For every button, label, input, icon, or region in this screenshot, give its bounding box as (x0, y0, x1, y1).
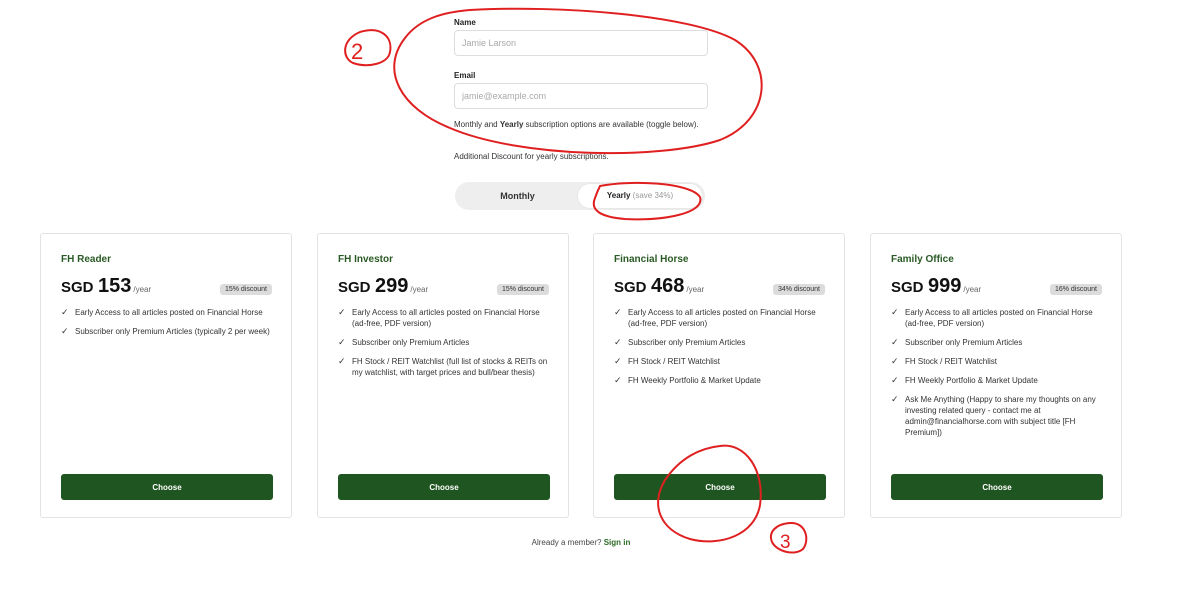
price-currency: SGD (614, 279, 647, 296)
feature-text: Subscriber only Premium Articles (905, 338, 1023, 347)
price-period: /year (686, 285, 705, 294)
feature-text: Early Access to all articles posted on F… (75, 308, 263, 317)
billing-period-toggle: Monthly Yearly (save 34%) (455, 182, 705, 210)
feature-list: ✓ Early Access to all articles posted on … (61, 307, 273, 345)
monthly-toggle-option[interactable]: Monthly (455, 182, 580, 210)
discount-badge: 16% discount (1049, 284, 1102, 295)
price-period: /year (133, 285, 152, 294)
email-input[interactable] (454, 83, 708, 109)
feature-item: ✓ Subscriber only Premium Articles (614, 337, 826, 348)
price-period: /year (410, 285, 429, 294)
feature-item: ✓ Subscriber only Premium Articles (338, 337, 550, 348)
subscription-options-note: Monthly and Yearly subscription options … (454, 120, 708, 130)
check-icon: ✓ (614, 307, 622, 317)
sign-in-link[interactable]: Sign in (604, 538, 631, 547)
feature-text: Subscriber only Premium Articles (352, 338, 470, 347)
plan-card: FH Reader SGD 153/year 15% discount ✓ Early … (40, 233, 292, 518)
feature-item: ✓ Early Access to all articles posted on … (614, 307, 826, 329)
price-amount: 153 (97, 275, 132, 297)
price-amount: 299 (374, 275, 409, 297)
feature-text: FH Stock / REIT Watchlist (628, 357, 721, 366)
choose-plan-button[interactable]: Choose (61, 474, 273, 500)
choose-plan-button[interactable]: Choose (891, 474, 1103, 500)
check-icon: ✓ (891, 375, 899, 385)
feature-item: ✓ Early Access to all articles posted on … (61, 307, 273, 318)
feature-item: ✓ FH Weekly Portfolio & Market Update (614, 375, 826, 386)
feature-list: ✓ Early Access to all articles posted on … (891, 307, 1103, 446)
feature-item: ✓ FH Stock / REIT Watchlist (614, 356, 826, 367)
already-member-text: Already a member? (531, 538, 602, 547)
note-and: and (482, 120, 500, 129)
plan-price: SGD 153/year (61, 275, 151, 298)
feature-item: ✓ FH Stock / REIT Watchlist (full list of… (338, 356, 550, 378)
signin-prompt: Already a member? Sign in (0, 538, 1162, 547)
discount-badge: 15% discount (496, 284, 549, 295)
check-icon: ✓ (614, 356, 622, 366)
annotation-circle-number-2 (344, 29, 392, 67)
plan-name: Financial Horse (614, 254, 689, 265)
feature-text: FH Stock / REIT Watchlist (905, 357, 998, 366)
feature-text: FH Stock / REIT Watchlist (full list of … (352, 357, 548, 377)
feature-item: ✓ Early Access to all articles posted on … (891, 307, 1103, 329)
price-amount: 999 (927, 275, 962, 297)
plan-name: FH Investor (338, 254, 394, 265)
plan-price: SGD 999/year (891, 275, 981, 298)
feature-list: ✓ Early Access to all articles posted on … (338, 307, 550, 386)
feature-text: FH Weekly Portfolio & Market Update (905, 376, 1038, 385)
check-icon: ✓ (338, 307, 346, 317)
check-icon: ✓ (614, 375, 622, 385)
feature-text: Early Access to all articles posted on F… (905, 308, 1093, 328)
yearly-toggle-option[interactable]: Yearly (save 34%) (578, 184, 702, 208)
feature-text: Early Access to all articles posted on F… (352, 308, 540, 328)
feature-text: Subscriber only Premium Articles (typica… (75, 327, 270, 336)
feature-item: ✓ Early Access to all articles posted on … (338, 307, 550, 329)
name-label: Name (454, 18, 476, 27)
feature-text: Early Access to all articles posted on F… (628, 308, 816, 328)
check-icon: ✓ (61, 326, 69, 336)
plan-card: FH Investor SGD 299/year 15% discount ✓ Earl… (317, 233, 569, 518)
check-icon: ✓ (891, 337, 899, 347)
check-icon: ✓ (338, 337, 346, 347)
feature-item: ✓ FH Stock / REIT Watchlist (891, 356, 1103, 367)
plan-card: Family Office SGD 999/year 16% discount ✓ Ea… (870, 233, 1122, 518)
email-label: Email (454, 71, 476, 80)
discount-note: Additional Discount for yearly subscript… (454, 152, 609, 161)
plan-name: Family Office (891, 254, 954, 265)
feature-item: ✓ Ask Me Anything (Happy to share my thou… (891, 394, 1103, 438)
note-yearly: Yearly (499, 120, 524, 129)
price-period: /year (963, 285, 982, 294)
plan-price: SGD 299/year (338, 275, 428, 298)
feature-item: ✓ Subscriber only Premium Articles (typic… (61, 326, 273, 337)
yearly-save-label: (save 34%) (632, 191, 674, 200)
note-suffix: subscription options are available (togg… (523, 120, 699, 129)
name-input[interactable] (454, 30, 708, 56)
price-currency: SGD (338, 279, 371, 296)
feature-text: Subscriber only Premium Articles (628, 338, 746, 347)
check-icon: ✓ (891, 356, 899, 366)
check-icon: ✓ (61, 307, 69, 317)
yearly-label: Yearly (606, 191, 631, 200)
feature-text: Ask Me Anything (Happy to share my thoug… (905, 395, 1096, 437)
plan-name: FH Reader (61, 254, 112, 265)
price-amount: 468 (650, 275, 685, 297)
check-icon: ✓ (891, 394, 899, 404)
check-icon: ✓ (338, 356, 346, 366)
note-monthly: Monthly (454, 120, 483, 129)
plan-price: SGD 468/year (614, 275, 704, 298)
feature-item: ✓ FH Weekly Portfolio & Market Update (891, 375, 1103, 386)
feature-list: ✓ Early Access to all articles posted on … (614, 307, 826, 394)
feature-text: FH Weekly Portfolio & Market Update (628, 376, 761, 385)
price-currency: SGD (61, 279, 94, 296)
discount-badge: 34% discount (772, 284, 825, 295)
plan-card: Financial Horse SGD 468/year 34% discount ✓… (593, 233, 845, 518)
choose-plan-button[interactable]: Choose (338, 474, 550, 500)
discount-badge: 15% discount (219, 284, 272, 295)
check-icon: ✓ (614, 337, 622, 347)
check-icon: ✓ (891, 307, 899, 317)
annotation-label-2: 2 (351, 39, 363, 64)
choose-plan-button[interactable]: Choose (614, 474, 826, 500)
price-currency: SGD (891, 279, 924, 296)
feature-item: ✓ Subscriber only Premium Articles (891, 337, 1103, 348)
